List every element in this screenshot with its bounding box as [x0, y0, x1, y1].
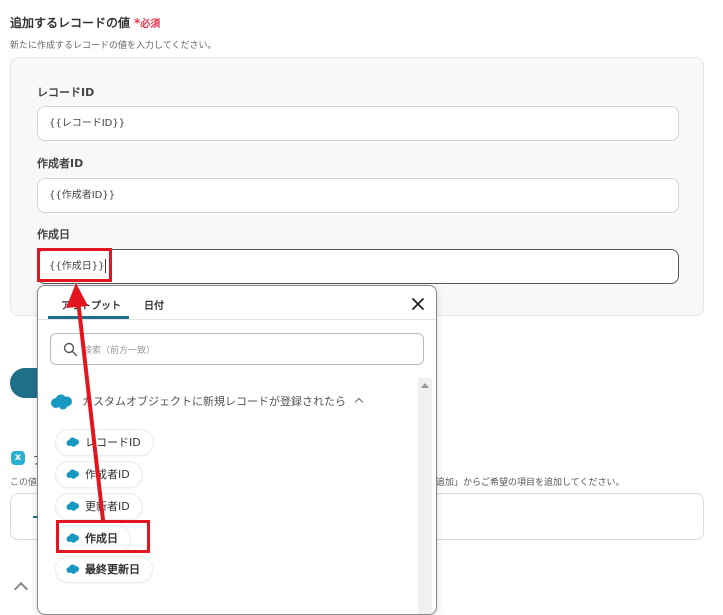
list-item-updater-id[interactable]: 更新者ID	[56, 494, 142, 519]
scroll-up-arrow[interactable]	[421, 383, 429, 388]
creator-id-input[interactable]: {{作成者ID}}	[37, 178, 679, 213]
bg-hint-text: 追加」からご希望の項目を追加してください。	[436, 478, 625, 488]
section-description: 新たに作成するレコードの値を入力してください。	[10, 41, 217, 51]
field-label-creator-id: 作成者ID	[37, 157, 84, 170]
list-item-label: 作成者ID	[85, 468, 130, 481]
chevron-up-icon[interactable]	[13, 581, 29, 597]
record-id-value: {{レコードID}}	[49, 118, 126, 129]
list-item-record-id[interactable]: レコードID	[56, 430, 153, 455]
salesforce-cloud-icon	[66, 437, 79, 447]
annotation-highlight-item	[56, 520, 150, 553]
list-item-last-modified-date[interactable]: 最終更新日	[56, 557, 152, 582]
search-icon	[63, 342, 78, 357]
group-header-label: カスタムオブジェクトに新規レコードが登録されたら	[82, 395, 346, 408]
list-item-label: レコードID	[85, 436, 141, 449]
search-placeholder: 検索（前方一致）	[83, 346, 156, 356]
bg-section-description: この値	[10, 478, 38, 488]
annotation-highlight-input	[37, 248, 112, 282]
group-header[interactable]: カスタムオブジェクトに新規レコードが登録されたら	[50, 393, 364, 410]
salesforce-cloud-icon	[51, 394, 72, 410]
section-title-text: 追加するレコードの値	[10, 16, 131, 30]
list-item-label: 最終更新日	[85, 563, 140, 576]
tab-output[interactable]: アウトプット	[61, 297, 121, 312]
list-item-label: 更新者ID	[85, 500, 130, 513]
tabs-divider	[38, 319, 436, 320]
chevron-up-icon[interactable]	[354, 397, 364, 407]
tab-date[interactable]: 日付	[144, 297, 164, 312]
salesforce-cloud-icon	[66, 501, 79, 511]
salesforce-cloud-icon	[66, 469, 79, 479]
creator-id-value: {{作成者ID}}	[49, 190, 116, 201]
created-date-input[interactable]: {{作成日}}	[37, 249, 679, 284]
output-picker-popup: アウトプット 日付 検索（前方一致） カスタムオブジェクトに新規レコードが登録さ…	[37, 285, 437, 615]
close-icon[interactable]	[409, 295, 427, 313]
required-label: 必須	[140, 19, 161, 30]
field-label-created-date: 作成日	[37, 228, 70, 241]
record-id-input[interactable]: {{レコードID}}	[37, 106, 679, 141]
field-label-record-id: レコードID	[37, 86, 95, 99]
search-input[interactable]: 検索（前方一致）	[50, 333, 424, 365]
scrollbar[interactable]	[418, 378, 432, 614]
x-logo-icon: x	[11, 451, 25, 465]
salesforce-cloud-icon	[66, 564, 79, 574]
list-item-creator-id[interactable]: 作成者ID	[56, 462, 142, 487]
section-title: 追加するレコードの値 *必須	[10, 14, 160, 31]
